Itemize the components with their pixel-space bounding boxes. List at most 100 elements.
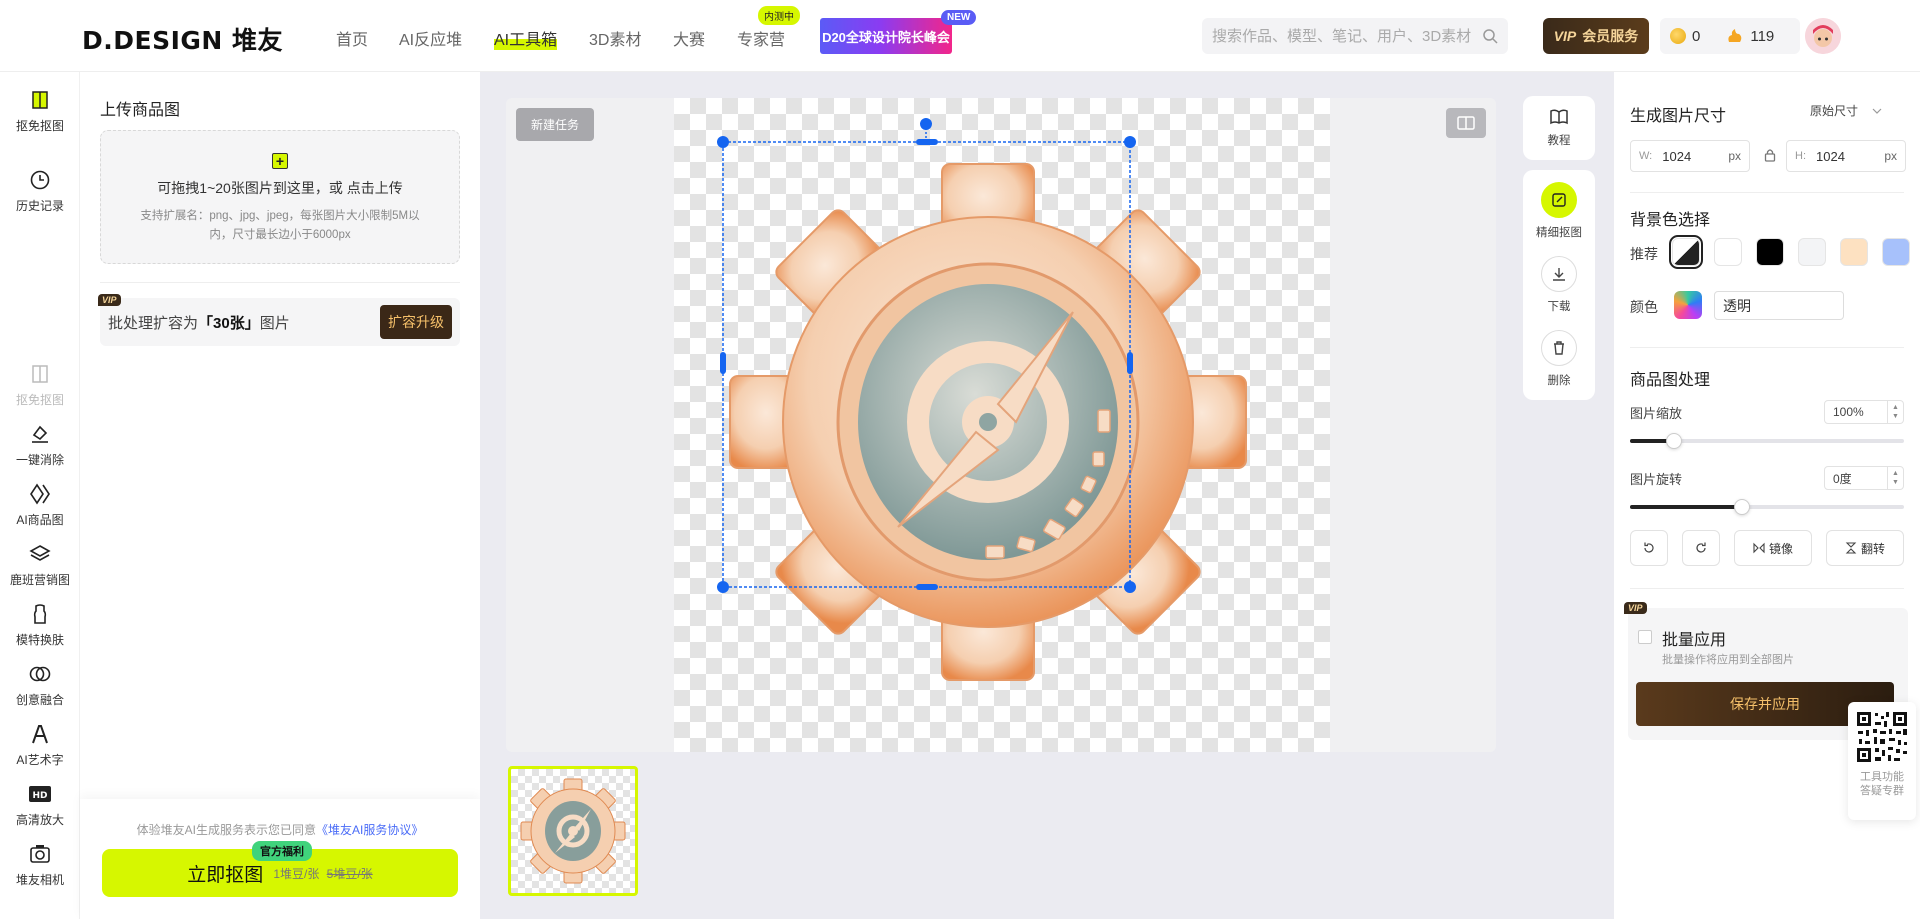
chevron-down-icon — [1872, 108, 1882, 114]
width-input[interactable]: W: 1024 px — [1630, 140, 1750, 172]
swatch-white[interactable] — [1714, 238, 1742, 266]
vip-service-button[interactable]: VIP 会员服务 — [1543, 18, 1649, 54]
terms-link[interactable]: 《堆友AI服务协议》 — [316, 823, 423, 837]
coin-icon — [1670, 28, 1686, 44]
nav-contest[interactable]: 大赛 — [673, 26, 705, 50]
rail-item-history[interactable]: 历史记录 — [0, 168, 80, 214]
rotate-slider[interactable] — [1630, 499, 1904, 515]
rotate-slider-knob[interactable] — [1734, 499, 1751, 515]
image-thumbnail[interactable] — [508, 766, 638, 896]
add-icon: + — [272, 153, 288, 169]
refine-cutout-button[interactable]: 精细抠图 — [1523, 182, 1595, 240]
scale-slider[interactable] — [1630, 433, 1904, 449]
stepper-arrows[interactable]: ▲ ▼ — [1887, 401, 1903, 423]
rail-item-cutout-dim[interactable]: 抠免抠图 — [0, 362, 80, 408]
scale-slider-knob[interactable] — [1665, 433, 1682, 449]
nav-ai-reactor[interactable]: AI反应堆 — [399, 26, 462, 50]
rail-item-fusion[interactable]: 创意融合 — [0, 662, 80, 708]
wallet[interactable]: 0 119 — [1660, 18, 1800, 54]
service-terms: 体验堆友AI生成服务表示您已同意《堆友AI服务协议》 — [80, 821, 480, 838]
width-unit: px — [1728, 149, 1741, 163]
flip-button[interactable]: 翻转 — [1826, 530, 1904, 566]
batch-apply-subtitle: 批量操作将应用到全部图片 — [1662, 654, 1794, 666]
rotate-right-button[interactable] — [1682, 530, 1720, 566]
rail-item-label: 一键消除 — [15, 453, 64, 467]
workspace: 新建任务 教程 精细抠图 下载 删除 — [480, 72, 1614, 919]
height-input[interactable]: H: 1024 px — [1786, 140, 1906, 172]
dropzone-requirements: 支持扩展名：png、jpg、jpeg，每张图片大小限制5M以内，尺寸最长边小于6… — [140, 210, 420, 241]
delete-label: 删除 — [1547, 375, 1571, 387]
nav-3d-assets[interactable]: 3D素材 — [589, 26, 641, 50]
rail-item-label: 创意融合 — [15, 693, 64, 707]
scale-input[interactable]: 100% ▲ ▼ — [1824, 400, 1904, 424]
new-badge: NEW — [941, 10, 977, 25]
rail-item-label: 堆友相机 — [15, 873, 64, 887]
swatch-light-gray[interactable] — [1798, 238, 1826, 266]
rail-item-marketing[interactable]: 鹿班营销图 — [0, 542, 80, 588]
width-value: 1024 — [1662, 148, 1692, 164]
rail-item-label: 高清放大 — [15, 813, 64, 827]
vip-badge: VIP — [98, 294, 121, 306]
search-icon[interactable] — [1482, 28, 1498, 44]
process-section-title: 商品图处理 — [1630, 372, 1711, 389]
swatch-transparent[interactable] — [1669, 235, 1703, 269]
lock-icon[interactable] — [1764, 148, 1776, 162]
expand-prefix: 批处理扩容为 — [108, 314, 199, 332]
stepper-arrows[interactable]: ▲ ▼ — [1887, 467, 1903, 489]
nav-ai-toolbox[interactable]: AI工具箱 — [494, 26, 558, 50]
qr-code-icon — [1855, 710, 1909, 764]
rail-item-label: 模特换肤 — [15, 633, 64, 647]
site-logo[interactable]: D.DESIGN 堆友 — [82, 21, 283, 57]
beta-badge: 内测中 — [758, 6, 800, 25]
color-value-input[interactable]: 透明 — [1714, 291, 1844, 320]
support-qr-card[interactable]: 工具功能 答疑专群 — [1848, 702, 1916, 820]
hd-icon: HD — [28, 782, 52, 806]
rotate-right-icon — [1694, 541, 1708, 555]
search-input[interactable] — [1212, 27, 1482, 45]
divider — [1630, 588, 1904, 589]
download-label: 下载 — [1547, 301, 1571, 313]
compare-toggle-button[interactable] — [1446, 108, 1486, 138]
rail-item-cutout[interactable]: 抠免抠图 — [0, 88, 80, 134]
batch-apply-checkbox[interactable] — [1638, 630, 1652, 644]
selection-box[interactable] — [716, 116, 1136, 596]
delete-button[interactable]: 删除 — [1523, 330, 1595, 388]
swatch-blue[interactable] — [1882, 238, 1910, 266]
download-button[interactable]: 下载 — [1523, 256, 1595, 314]
size-mode-select[interactable]: 原始尺寸 — [1810, 102, 1882, 119]
price-now: 1堆豆/张 — [273, 866, 320, 881]
swatch-peach[interactable] — [1840, 238, 1868, 266]
upload-dropzone[interactable]: + 可拖拽1~20张图片到这里，或 点击上传 支持扩展名：png、jpg、jpe… — [100, 130, 460, 264]
rail-item-model-skin[interactable]: 模特换肤 — [0, 602, 80, 648]
rotate-input[interactable]: 0度 ▲ ▼ — [1824, 466, 1904, 490]
rail-item-camera[interactable]: 堆友相机 — [0, 842, 80, 888]
official-benefit-badge: 官方福利 — [252, 841, 312, 861]
color-picker-button[interactable] — [1674, 291, 1702, 319]
user-avatar[interactable] — [1805, 18, 1841, 54]
action-card: 精细抠图 下载 删除 — [1523, 170, 1595, 400]
nav-expert-camp[interactable]: 专家营 — [737, 26, 785, 50]
rotate-left-button[interactable] — [1630, 530, 1668, 566]
rail-item-upscale[interactable]: HD 高清放大 — [0, 782, 80, 828]
rail-item-erase[interactable]: 一键消除 — [0, 422, 80, 468]
swatch-black[interactable] — [1756, 238, 1784, 266]
start-cutout-button[interactable]: 立即抠图 1堆豆/张 5堆豆/张 官方福利 — [102, 841, 458, 897]
rail-item-art-font[interactable]: AI艺术字 — [0, 722, 80, 768]
upload-panel: 上传商品图 + 可拖拽1~20张图片到这里，或 点击上传 支持扩展名：png、j… — [80, 72, 480, 919]
expand-upgrade-button[interactable]: 扩容升级 — [380, 305, 452, 339]
nav-home[interactable]: 首页 — [336, 26, 368, 50]
split-view-icon — [1457, 116, 1475, 130]
new-task-button[interactable]: 新建任务 — [516, 108, 595, 141]
recommend-label: 推荐 — [1630, 246, 1658, 262]
rail-item-ai-product[interactable]: AI商品图 — [0, 482, 80, 528]
price-info: 1堆豆/张 5堆豆/张 — [273, 865, 372, 882]
summit-promo-button[interactable]: D20全球设计院长峰会 — [820, 18, 952, 54]
tutorial-label: 教程 — [1547, 135, 1571, 147]
mirror-button[interactable]: 镜像 — [1734, 530, 1812, 566]
refine-cutout-label: 精细抠图 — [1536, 227, 1582, 239]
tutorial-button[interactable]: 教程 — [1523, 108, 1595, 148]
download-icon — [1541, 256, 1577, 292]
terms-text: 体验堆友AI生成服务表示您已同意 — [136, 823, 316, 837]
blend-icon — [28, 662, 52, 686]
divider — [1630, 347, 1904, 348]
